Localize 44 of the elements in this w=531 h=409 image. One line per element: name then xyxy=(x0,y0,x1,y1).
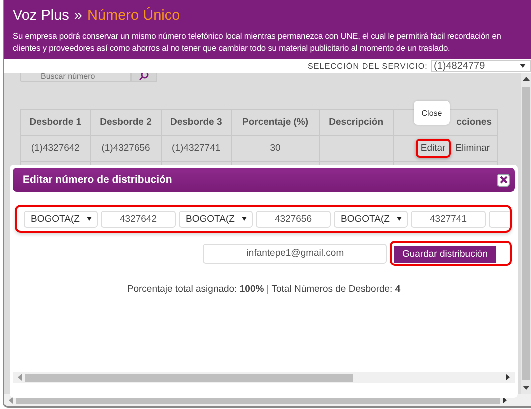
breadcrumb-separator: » xyxy=(74,8,82,24)
summary-text: Porcentaje total asignado: 100% | Total Números de Desborde: 4 xyxy=(126,284,402,295)
action-link[interactable]: Eliminar xyxy=(450,139,495,158)
table-cell: (1)4327656 xyxy=(90,136,162,162)
search-icon xyxy=(139,73,149,82)
section-title: Voz Plus xyxy=(13,8,70,24)
caret-icon xyxy=(397,217,402,221)
column-header: Porcentaje (%) xyxy=(232,110,320,136)
number-field[interactable]: 4327642 xyxy=(101,210,176,228)
save-button[interactable]: Guardar distribución xyxy=(394,246,496,263)
column-header: Desborde 2 xyxy=(90,110,162,136)
service-selection-label: SELECCIÓN DEL SERVICIO: xyxy=(308,62,428,71)
scroll-down-icon[interactable] xyxy=(522,386,530,390)
table-cell: 30 xyxy=(232,136,320,162)
description-text: Su empresa podrá conservar un mismo número telefónico local mientras permanezca con UNE, el cual le permitirá fácil recordación en clientes y proveedores así como ahorros al no tener que cambiar todo su material publicitario al momento de un traslado. xyxy=(13,30,502,54)
scroll-up-icon[interactable] xyxy=(522,77,530,82)
city-select[interactable]: BOGOTA(Z xyxy=(334,210,408,228)
dialog-title: Editar número de distribución xyxy=(23,174,172,186)
number-field[interactable]: 4327741 xyxy=(411,210,486,228)
number-field[interactable]: 4327656 xyxy=(256,210,331,228)
page-title: Número Único xyxy=(88,8,180,24)
close-icon xyxy=(500,176,508,184)
action-link[interactable]: Editar xyxy=(416,139,451,158)
scroll-right-icon[interactable] xyxy=(503,396,507,404)
table-cell: (1)4327642 xyxy=(20,136,91,162)
horizontal-scrollbar[interactable] xyxy=(13,372,515,383)
tooltip: Close xyxy=(414,101,450,125)
scroll-right-icon[interactable] xyxy=(506,374,510,381)
scroll-left-icon[interactable] xyxy=(9,396,13,404)
column-header: Desborde 3 xyxy=(161,110,232,136)
column-header: Desborde 1 xyxy=(20,110,91,136)
table-cell: (1)4327741 xyxy=(161,136,232,162)
caret-icon xyxy=(520,64,526,68)
service-select[interactable]: (1)4824779 xyxy=(431,60,531,72)
city-select[interactable]: BOGOTA(Z xyxy=(179,210,253,228)
number-field[interactable] xyxy=(489,210,510,228)
close-button[interactable] xyxy=(497,174,510,186)
email-field[interactable]: infantepe1@gmail.com xyxy=(203,244,388,264)
caret-icon xyxy=(242,217,247,221)
caret-icon xyxy=(87,217,92,221)
column-header: Descripción xyxy=(320,110,394,136)
search-button[interactable] xyxy=(131,73,157,82)
vertical-scrollbar[interactable] xyxy=(521,73,531,394)
city-select[interactable]: BOGOTA(Z xyxy=(24,210,98,228)
